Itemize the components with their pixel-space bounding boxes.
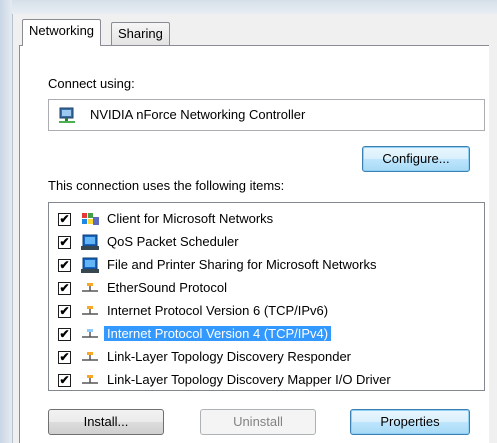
tab-networking[interactable]: Networking — [22, 19, 102, 46]
list-item[interactable]: ✔ QoS Packet Scheduler — [49, 232, 479, 254]
configure-button[interactable]: Configure... — [362, 146, 470, 172]
list-item[interactable]: ✔ File and Printer Sharing for Microsoft… — [49, 255, 479, 277]
protocol-icon — [82, 283, 98, 292]
item-label: Internet Protocol Version 6 (TCP/IPv6) — [107, 303, 329, 318]
list-item[interactable]: ✔ Link-Layer Topology Discovery Mapper I… — [49, 370, 479, 392]
service-icon — [81, 234, 99, 250]
item-checkbox[interactable]: ✔ — [58, 374, 71, 387]
items-heading: This connection uses the following items… — [48, 178, 285, 193]
item-label: File and Printer Sharing for Microsoft N… — [107, 257, 377, 272]
item-label: Link-Layer Topology Discovery Mapper I/O… — [107, 372, 391, 387]
item-checkbox[interactable]: ✔ — [58, 282, 71, 295]
item-label: EtherSound Protocol — [107, 280, 227, 295]
item-label: QoS Packet Scheduler — [107, 234, 239, 249]
network-adapter-icon — [59, 107, 75, 123]
properties-button[interactable]: Properties — [350, 409, 470, 435]
adapter-display: NVIDIA nForce Networking Controller — [48, 99, 485, 131]
item-label: Internet Protocol Version 4 (TCP/IPv4) — [104, 326, 332, 341]
item-label: Client for Microsoft Networks — [107, 211, 274, 226]
list-item[interactable]: ✔ EtherSound Protocol — [49, 278, 479, 300]
window-frame-edge — [0, 0, 12, 443]
list-item[interactable]: ✔ Client for Microsoft Networks — [49, 209, 479, 231]
list-item[interactable]: ✔ Link-Layer Topology Discovery Responde… — [49, 347, 479, 369]
item-checkbox[interactable]: ✔ — [58, 351, 71, 364]
item-checkbox[interactable]: ✔ — [58, 328, 71, 341]
protocol-icon — [82, 329, 98, 338]
list-item[interactable]: ✔ Internet Protocol Version 6 (TCP/IPv6) — [49, 301, 479, 323]
adapter-name: NVIDIA nForce Networking Controller — [90, 107, 306, 122]
items-list[interactable]: ✔ Client for Microsoft Networks ✔ QoS Pa… — [48, 202, 485, 391]
item-checkbox[interactable]: ✔ — [58, 236, 71, 249]
service-icon — [81, 257, 99, 273]
protocol-icon — [82, 306, 98, 315]
item-checkbox[interactable]: ✔ — [58, 305, 71, 318]
item-checkbox[interactable]: ✔ — [58, 213, 71, 226]
tab-sharing[interactable]: Sharing — [111, 22, 170, 46]
list-item-selected[interactable]: ✔ Internet Protocol Version 4 (TCP/IPv4) — [49, 324, 479, 346]
uninstall-button[interactable]: Uninstall — [200, 409, 316, 435]
client-network-icon — [82, 213, 99, 225]
protocol-icon — [82, 352, 98, 361]
item-checkbox[interactable]: ✔ — [58, 259, 71, 272]
protocol-icon — [82, 375, 98, 384]
item-label: Link-Layer Topology Discovery Responder — [107, 349, 351, 364]
connect-using-label: Connect using: — [48, 76, 135, 91]
install-button[interactable]: Install... — [48, 409, 164, 435]
window-title-strip — [0, 0, 497, 14]
